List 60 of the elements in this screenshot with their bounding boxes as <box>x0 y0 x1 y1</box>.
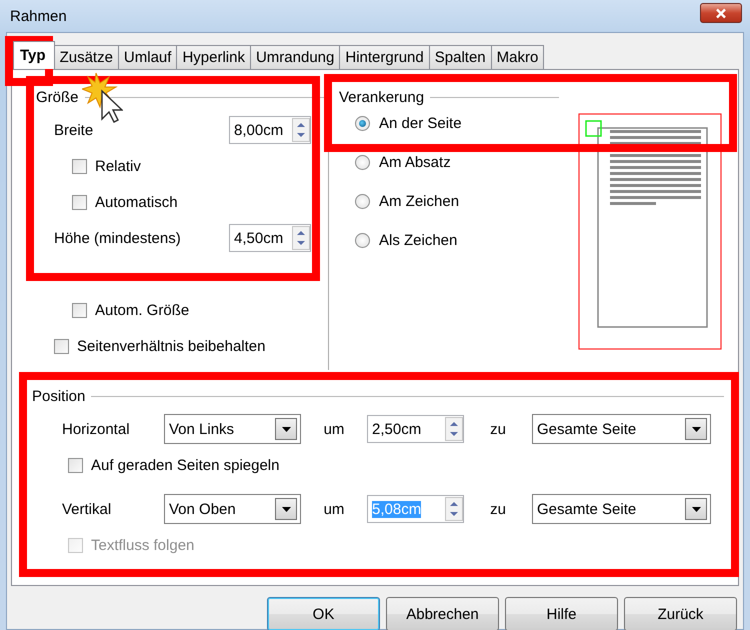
field-label: Horizontal <box>62 420 131 438</box>
field-label: Vertikal <box>62 500 112 518</box>
dialog-button[interactable]: Hilfe <box>505 597 618 630</box>
spin-field[interactable]: 4,50cm <box>229 224 311 252</box>
dropdown[interactable]: Von Links <box>164 414 301 444</box>
checkbox[interactable] <box>72 302 87 318</box>
checkbox-label: Seitenverhältnis beibehalten <box>77 338 266 354</box>
checkbox[interactable] <box>54 338 69 354</box>
checkbox-label: Textfluss folgen <box>91 536 194 554</box>
window-title: Rahmen <box>10 8 67 24</box>
tab[interactable]: Umrandung <box>250 45 340 69</box>
group-title: Verankerung <box>339 88 424 106</box>
radio-button[interactable] <box>355 155 370 170</box>
checkbox-label: Auf geraden Seiten spiegeln <box>91 456 280 474</box>
radio-label: Als Zeichen <box>379 232 458 249</box>
checkbox-label: Automatisch <box>95 194 178 210</box>
tab[interactable]: Umlauf <box>118 45 178 69</box>
caret-icon <box>282 506 290 512</box>
radio-label: Am Absatz <box>379 154 451 171</box>
close-button[interactable] <box>700 3 742 23</box>
tab[interactable]: Makro <box>490 45 544 69</box>
spin-buttons-icon[interactable] <box>292 226 310 250</box>
dropdown[interactable]: Gesamte Seite <box>532 414 711 444</box>
checkbox[interactable] <box>72 158 87 174</box>
group-title: Position <box>32 388 86 404</box>
field-label: um <box>322 420 346 438</box>
spin-field[interactable]: 8,00cm <box>229 116 311 144</box>
radio-label: Am Zeichen <box>379 193 460 210</box>
caret-icon <box>692 506 700 512</box>
radio-button[interactable] <box>355 194 370 209</box>
group-title: Größe <box>36 88 79 106</box>
spin-field[interactable]: 2,50cm <box>367 415 464 443</box>
spin-buttons-icon[interactable] <box>445 497 463 521</box>
tab[interactable]: Hyperlink <box>176 45 251 69</box>
checkbox[interactable] <box>72 194 87 210</box>
field-label: zu <box>489 420 507 438</box>
caret-icon <box>692 426 700 432</box>
tab[interactable]: Zusätze <box>54 45 119 69</box>
caret-icon <box>282 426 290 432</box>
dropdown[interactable]: Gesamte Seite <box>532 494 711 524</box>
field-label: Breite <box>54 122 94 138</box>
field-label: Höhe (mindestens) <box>54 230 181 246</box>
dropdown[interactable]: Von Oben <box>164 494 301 524</box>
checkbox[interactable] <box>68 458 83 472</box>
tab[interactable]: Spalten <box>428 45 492 69</box>
checkbox-label: Relativ <box>95 158 141 174</box>
tab[interactable]: Hintergrund <box>339 45 430 69</box>
close-icon <box>715 8 727 18</box>
dialog-button[interactable]: Zurück <box>624 597 737 630</box>
radio-label: An der Seite <box>379 115 462 132</box>
radio-button[interactable] <box>355 116 370 131</box>
field-label: zu <box>489 500 507 518</box>
field-label: um <box>322 500 346 518</box>
checkbox-label: Autom. Größe <box>95 302 190 318</box>
tab[interactable]: Typ <box>13 41 55 69</box>
dialog-button[interactable]: Abbrechen <box>386 597 499 630</box>
spin-buttons-icon[interactable] <box>445 417 463 441</box>
dialog-button[interactable]: OK <box>267 597 380 630</box>
radio-button[interactable] <box>355 233 370 248</box>
spin-buttons-icon[interactable] <box>292 118 310 142</box>
